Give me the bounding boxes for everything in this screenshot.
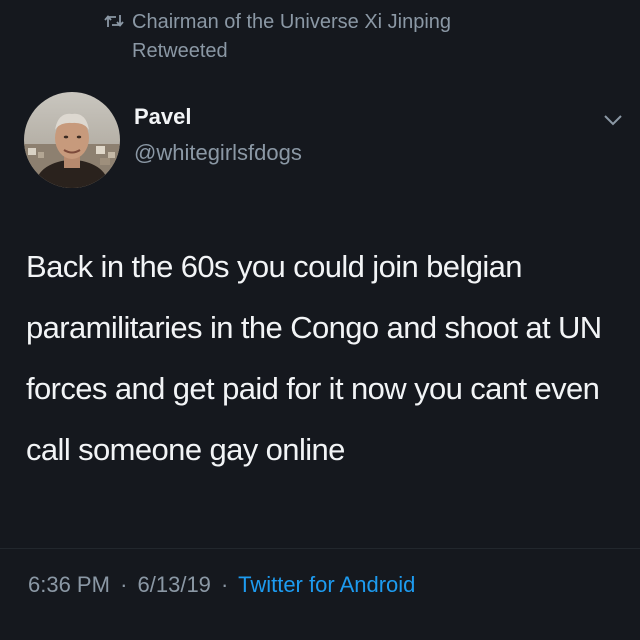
retweet-context[interactable]: Chairman of the Universe Xi Jinping Retw… [104,8,452,66]
retweet-icon [104,15,124,27]
tweet-screen: Chairman of the Universe Xi Jinping Retw… [0,0,640,640]
tweet-time[interactable]: 6:36 PM [28,572,110,597]
tweet-source-link[interactable]: Twitter for Android [238,572,415,597]
tweet-text: Back in the 60s you could join belgian p… [26,249,602,467]
tweet-date[interactable]: 6/13/19 [138,572,211,597]
avatar-photo [24,92,120,188]
divider [0,548,640,549]
author-display-name[interactable]: Pavel [134,104,192,130]
meta-separator: · [120,572,128,597]
author-handle[interactable]: @whitegirlsfdogs [134,140,302,166]
retweeted-by-text: Chairman of the Universe Xi Jinping Retw… [132,11,452,62]
avatar[interactable] [24,92,120,188]
meta-separator: · [221,572,229,597]
tweet-header: Pavel @whitegirlsfdogs [24,92,628,192]
chevron-down-icon[interactable] [602,112,624,128]
tweet-meta: 6:36 PM · 6/13/19 · Twitter for Android [28,572,415,598]
